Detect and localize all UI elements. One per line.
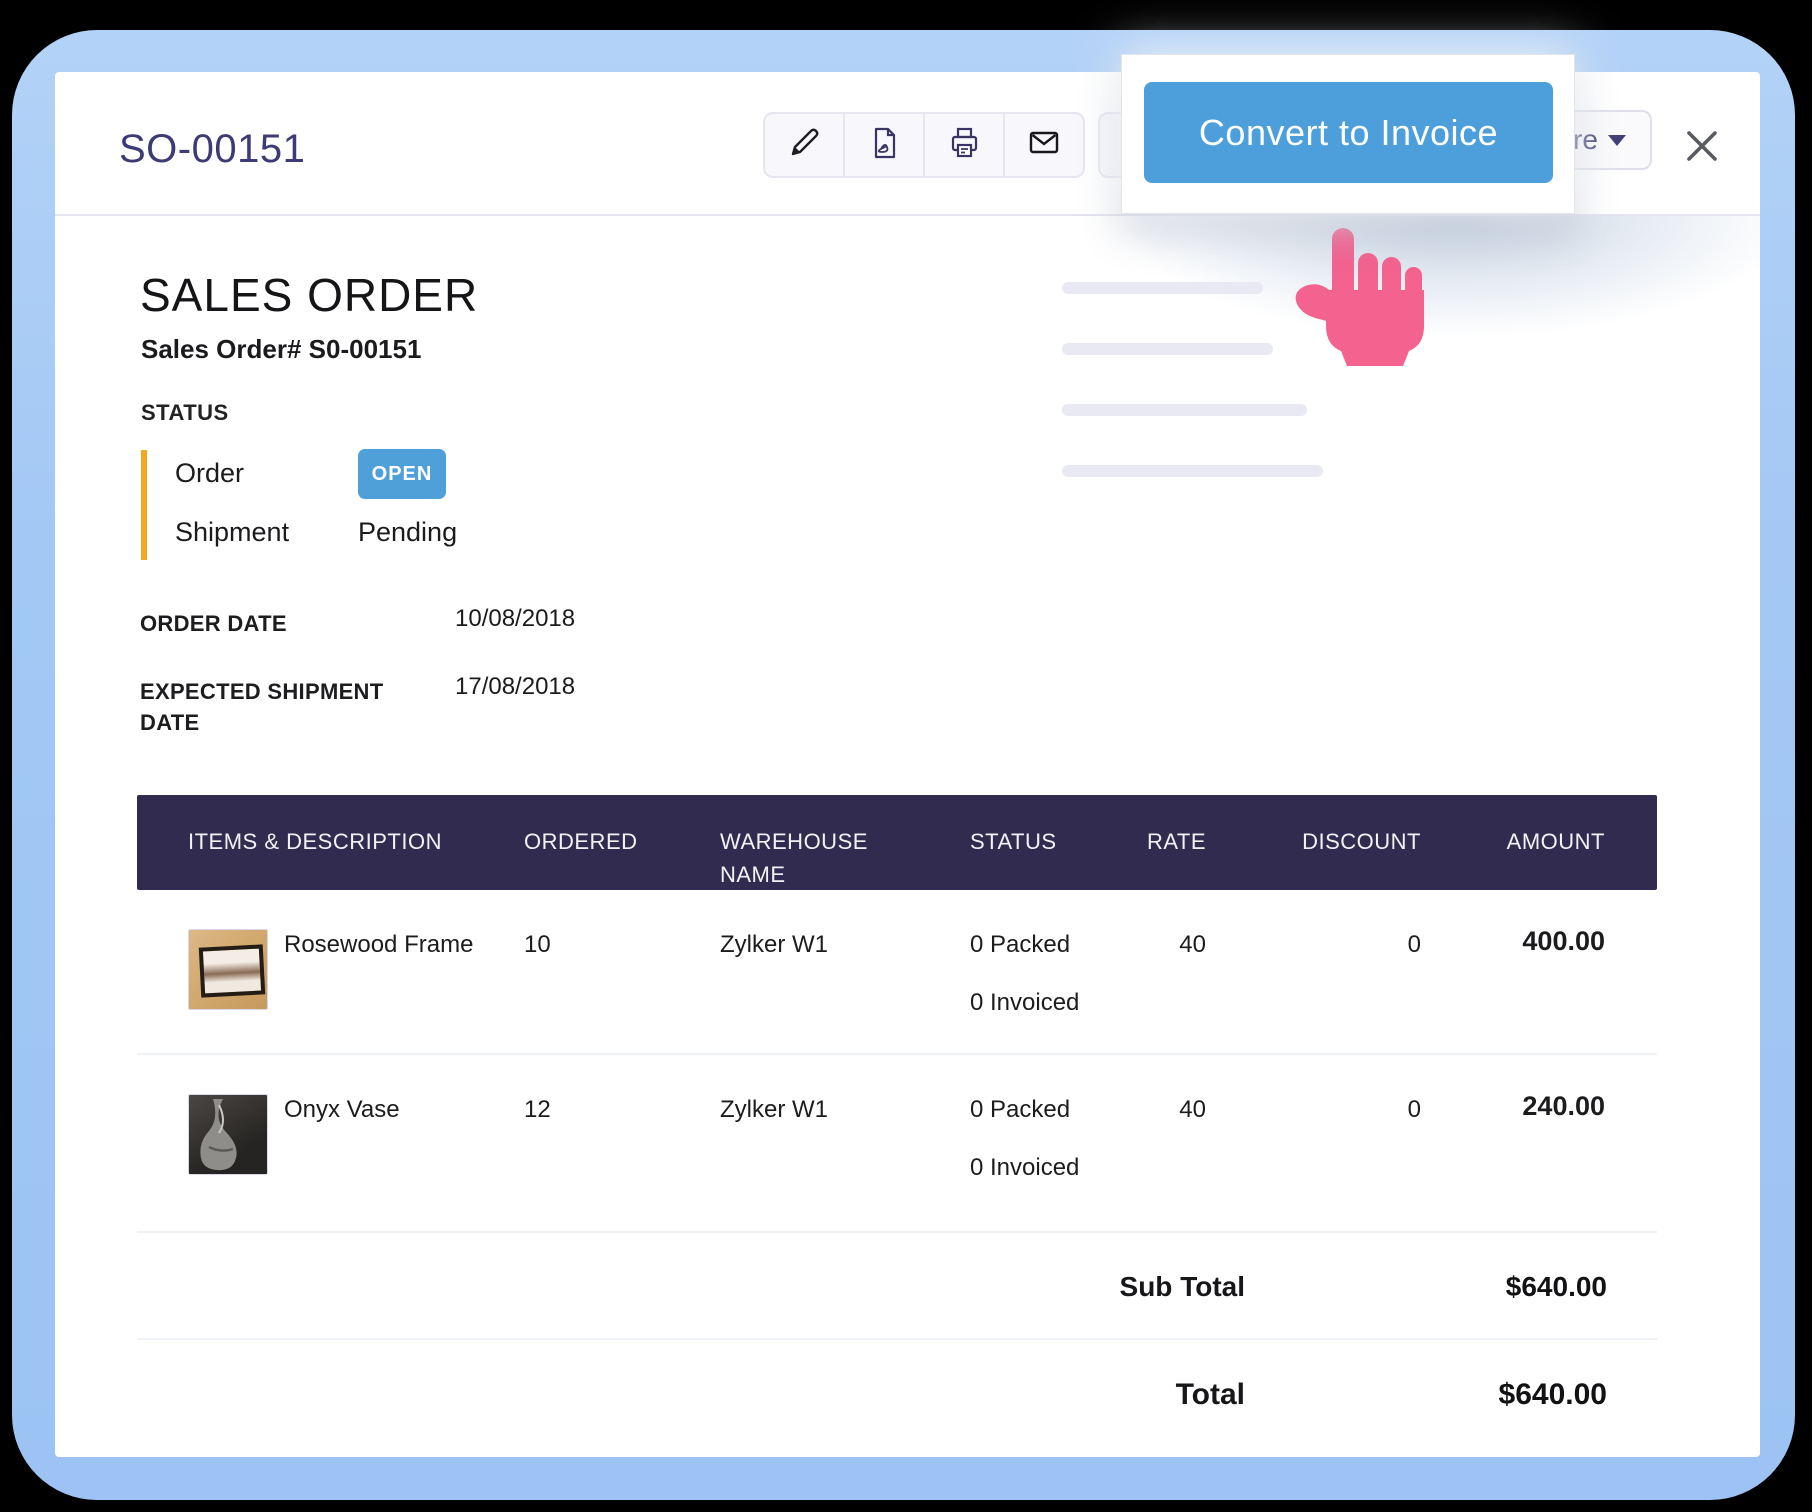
total-value: $640.00 <box>1245 1340 1657 1452</box>
column-header-status: STATUS <box>900 795 1080 891</box>
sales-order-modal: SO-00151 <box>55 72 1760 1457</box>
screenshot-canvas: SO-00151 <box>0 0 1812 1512</box>
subtotal-value: $640.00 <box>1245 1233 1657 1338</box>
pdf-file-icon <box>866 125 902 166</box>
sales-order-number: Sales Order# S0-00151 <box>141 334 421 365</box>
skeleton-line <box>1062 282 1263 294</box>
item-rate: 40 <box>1080 1055 1230 1231</box>
pdf-button[interactable] <box>845 114 925 176</box>
item-ordered-qty: 10 <box>510 890 640 1053</box>
item-name: Onyx Vase <box>284 1055 400 1231</box>
mail-envelope-icon <box>1025 124 1063 167</box>
line-items-table: ITEMS & DESCRIPTION ORDERED WAREHOUSE NA… <box>137 795 1657 1452</box>
item-amount: 400.00 <box>1445 890 1657 1053</box>
shipment-status-label: Shipment <box>175 517 289 548</box>
column-header-rate: RATE <box>1080 795 1230 891</box>
edit-button[interactable] <box>765 114 845 176</box>
pointer-hand-graphic <box>1292 226 1442 371</box>
printer-icon <box>945 124 983 167</box>
order-status-label: Order <box>175 458 244 489</box>
print-button[interactable] <box>925 114 1005 176</box>
item-warehouse: Zylker W1 <box>640 1055 900 1231</box>
expected-shipment-date-value: 17/08/2018 <box>455 673 575 701</box>
skeleton-line <box>1062 465 1323 477</box>
table-row: Rosewood Frame 10 Zylker W1 0 Packed 0 I… <box>137 890 1657 1055</box>
convert-popup-card: Convert to Invoice <box>1121 54 1575 214</box>
product-thumbnail-onyx-vase <box>188 1094 268 1175</box>
subtotal-row: Sub Total $640.00 <box>137 1233 1657 1340</box>
item-ordered-qty: 12 <box>510 1055 640 1231</box>
email-button[interactable] <box>1005 114 1083 176</box>
status-section-label: STATUS <box>141 400 229 426</box>
item-amount: 240.00 <box>1445 1055 1657 1231</box>
total-label: Total <box>137 1340 1245 1452</box>
chevron-down-icon <box>1608 135 1626 146</box>
document-toolbar <box>763 112 1085 178</box>
column-header-ordered: ORDERED <box>510 795 640 891</box>
column-header-warehouse: WAREHOUSE NAME <box>640 795 900 891</box>
order-date-label: ORDER DATE <box>140 608 287 639</box>
item-packed-status: 0 Packed <box>970 931 1080 959</box>
item-invoiced-status: 0 Invoiced <box>970 1154 1080 1182</box>
convert-to-invoice-button[interactable]: Convert to Invoice <box>1144 82 1553 183</box>
expected-shipment-date-label: EXPECTED SHIPMENT DATE <box>140 676 395 738</box>
table-header-row: ITEMS & DESCRIPTION ORDERED WAREHOUSE NA… <box>137 795 1657 890</box>
order-date-value: 10/08/2018 <box>455 605 575 633</box>
item-packed-status: 0 Packed <box>970 1096 1080 1124</box>
item-rate: 40 <box>1080 890 1230 1053</box>
item-invoiced-status: 0 Invoiced <box>970 989 1080 1017</box>
skeleton-line <box>1062 343 1273 355</box>
document-heading: SALES ORDER <box>140 268 478 322</box>
shipment-status-value: Pending <box>358 517 457 548</box>
table-row: Onyx Vase 12 Zylker W1 0 Packed 0 Invoic… <box>137 1055 1657 1233</box>
item-name: Rosewood Frame <box>284 890 473 1053</box>
item-discount: 0 <box>1230 1055 1445 1231</box>
item-discount: 0 <box>1230 890 1445 1053</box>
skeleton-line <box>1062 404 1307 416</box>
subtotal-label: Sub Total <box>137 1233 1245 1338</box>
product-thumbnail-rosewood-frame <box>188 929 268 1010</box>
item-warehouse: Zylker W1 <box>640 890 900 1053</box>
page-title: SO-00151 <box>119 127 305 171</box>
column-header-items: ITEMS & DESCRIPTION <box>137 795 510 891</box>
column-header-discount: DISCOUNT <box>1230 795 1445 891</box>
column-header-amount: AMOUNT <box>1445 795 1657 891</box>
total-row: Total $640.00 <box>137 1340 1657 1452</box>
status-accent-bar <box>141 450 147 560</box>
pencil-icon <box>786 125 822 166</box>
order-status-badge: OPEN <box>358 449 446 499</box>
close-icon[interactable] <box>1685 129 1719 163</box>
